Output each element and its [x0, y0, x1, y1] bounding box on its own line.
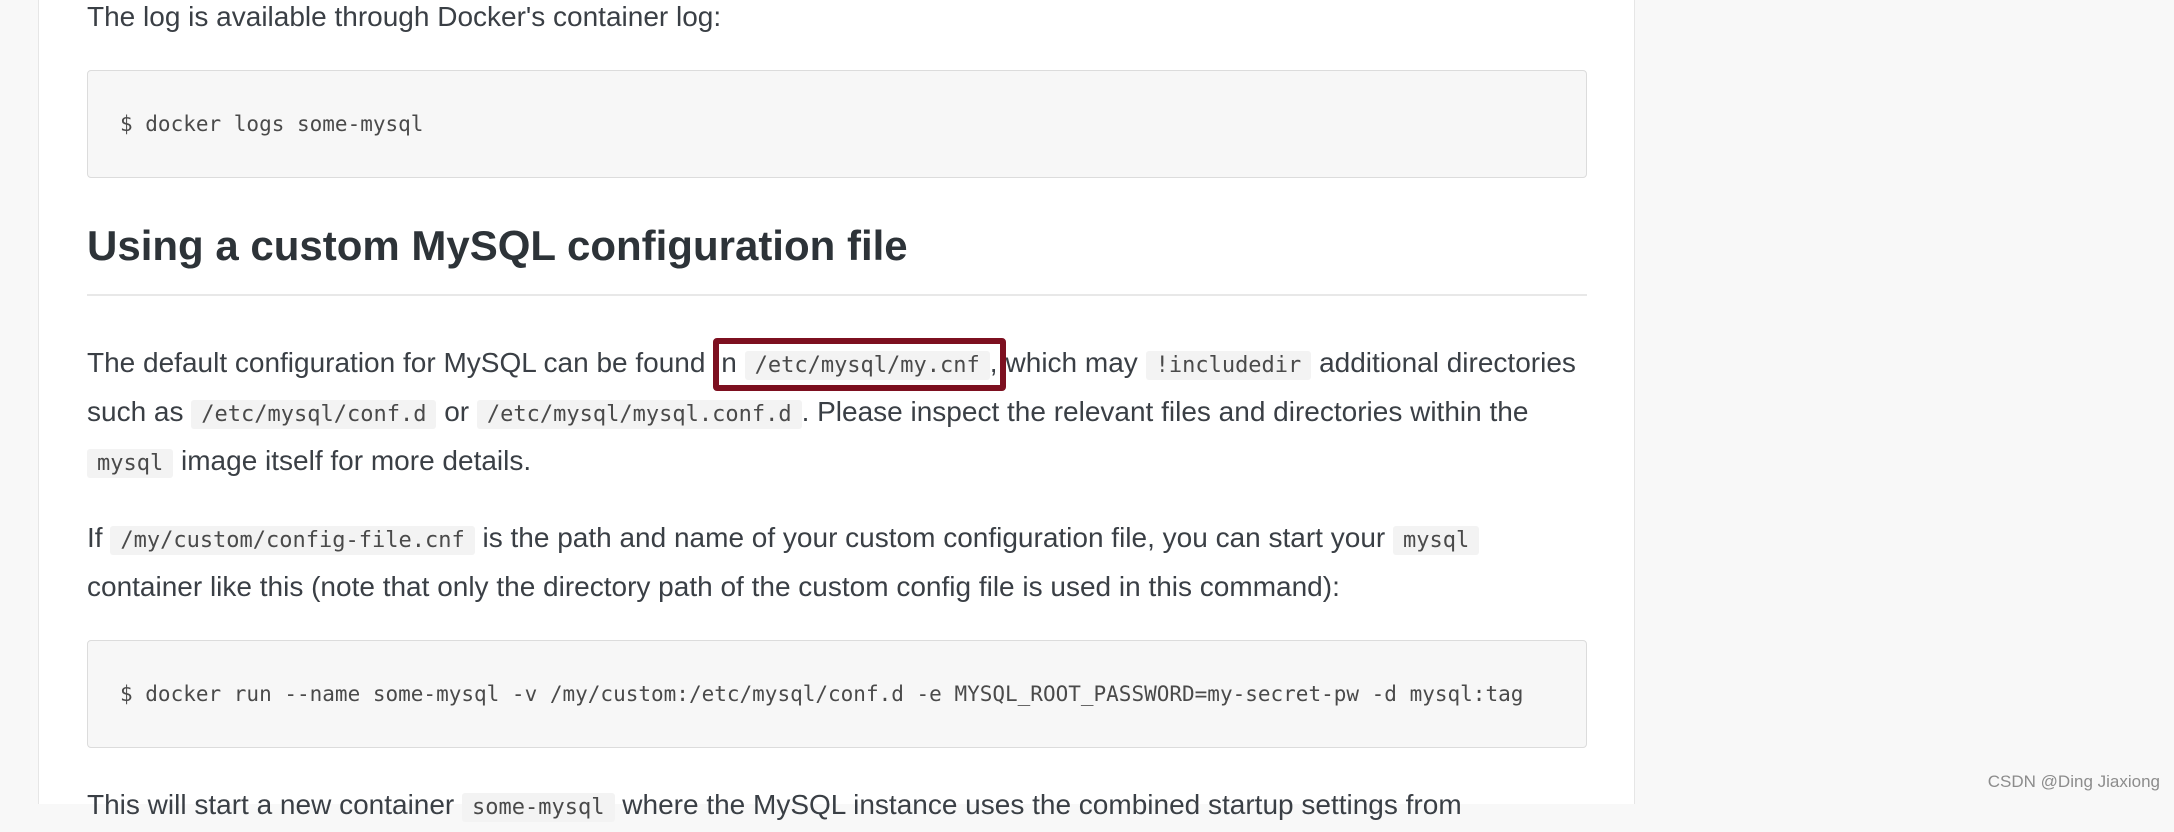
para1-line3-text: image itself for more details. [173, 445, 531, 476]
para1-line2-text: such as [87, 396, 191, 427]
para1-line3: mysql image itself for more details. [87, 436, 531, 488]
code-block-text-2: $ docker run --name some-mysql -v /my/cu… [120, 682, 1523, 706]
section-heading: Using a custom MySQL configuration file [87, 222, 908, 270]
para1-line2: such as /etc/mysql/conf.d or /etc/mysql/… [87, 387, 1528, 439]
intro-text: The log is available through Docker's co… [87, 0, 721, 41]
code-custom-config: /my/custom/config-file.cnf [110, 526, 474, 555]
code-some-mysql: some-mysql [462, 793, 614, 822]
para1-line2-text-2: or [436, 396, 476, 427]
para1-text-2: which may [1006, 347, 1146, 378]
code-mysql: mysql [87, 449, 173, 478]
para3-text: This will start a new container [87, 789, 462, 820]
heading-divider [87, 294, 1587, 296]
para1-text-3: additional directories [1311, 347, 1576, 378]
para2-line2: container like this (note that only the … [87, 562, 1340, 611]
para2-text-2: is the path and name of your custom conf… [475, 522, 1393, 553]
watermark: CSDN @Ding Jiaxiong [1988, 772, 2160, 792]
highlight-suffix: , [990, 347, 998, 378]
code-mysql-conf-d: /etc/mysql/mysql.conf.d [477, 400, 802, 429]
para2-line1: If /my/custom/config-file.cnf is the pat… [87, 513, 1479, 565]
highlight-box: n /etc/mysql/my.cnf, [713, 338, 1005, 391]
code-mysql-2: mysql [1393, 526, 1479, 555]
para1-line1: The default configuration for MySQL can … [87, 338, 1576, 391]
highlight-prefix: n [721, 347, 744, 378]
para1-line2-text-3: . Please inspect the relevant files and … [802, 396, 1529, 427]
para3-text-2: where the MySQL instance uses the combin… [615, 789, 1462, 820]
code-includedir: !includedir [1146, 351, 1312, 380]
para2-text: If [87, 522, 110, 553]
code-block-text: $ docker logs some-mysql [120, 112, 423, 136]
code-block-docker-logs[interactable]: $ docker logs some-mysql [87, 70, 1587, 178]
para1-text: The default configuration for MySQL can … [87, 347, 713, 378]
code-conf-d: /etc/mysql/conf.d [191, 400, 436, 429]
code-block-docker-run[interactable]: $ docker run --name some-mysql -v /my/cu… [87, 640, 1587, 748]
para3-line1: This will start a new container some-mys… [87, 780, 1462, 832]
code-my-cnf: /etc/mysql/my.cnf [745, 351, 990, 380]
article-page: The log is available through Docker's co… [38, 0, 1635, 804]
